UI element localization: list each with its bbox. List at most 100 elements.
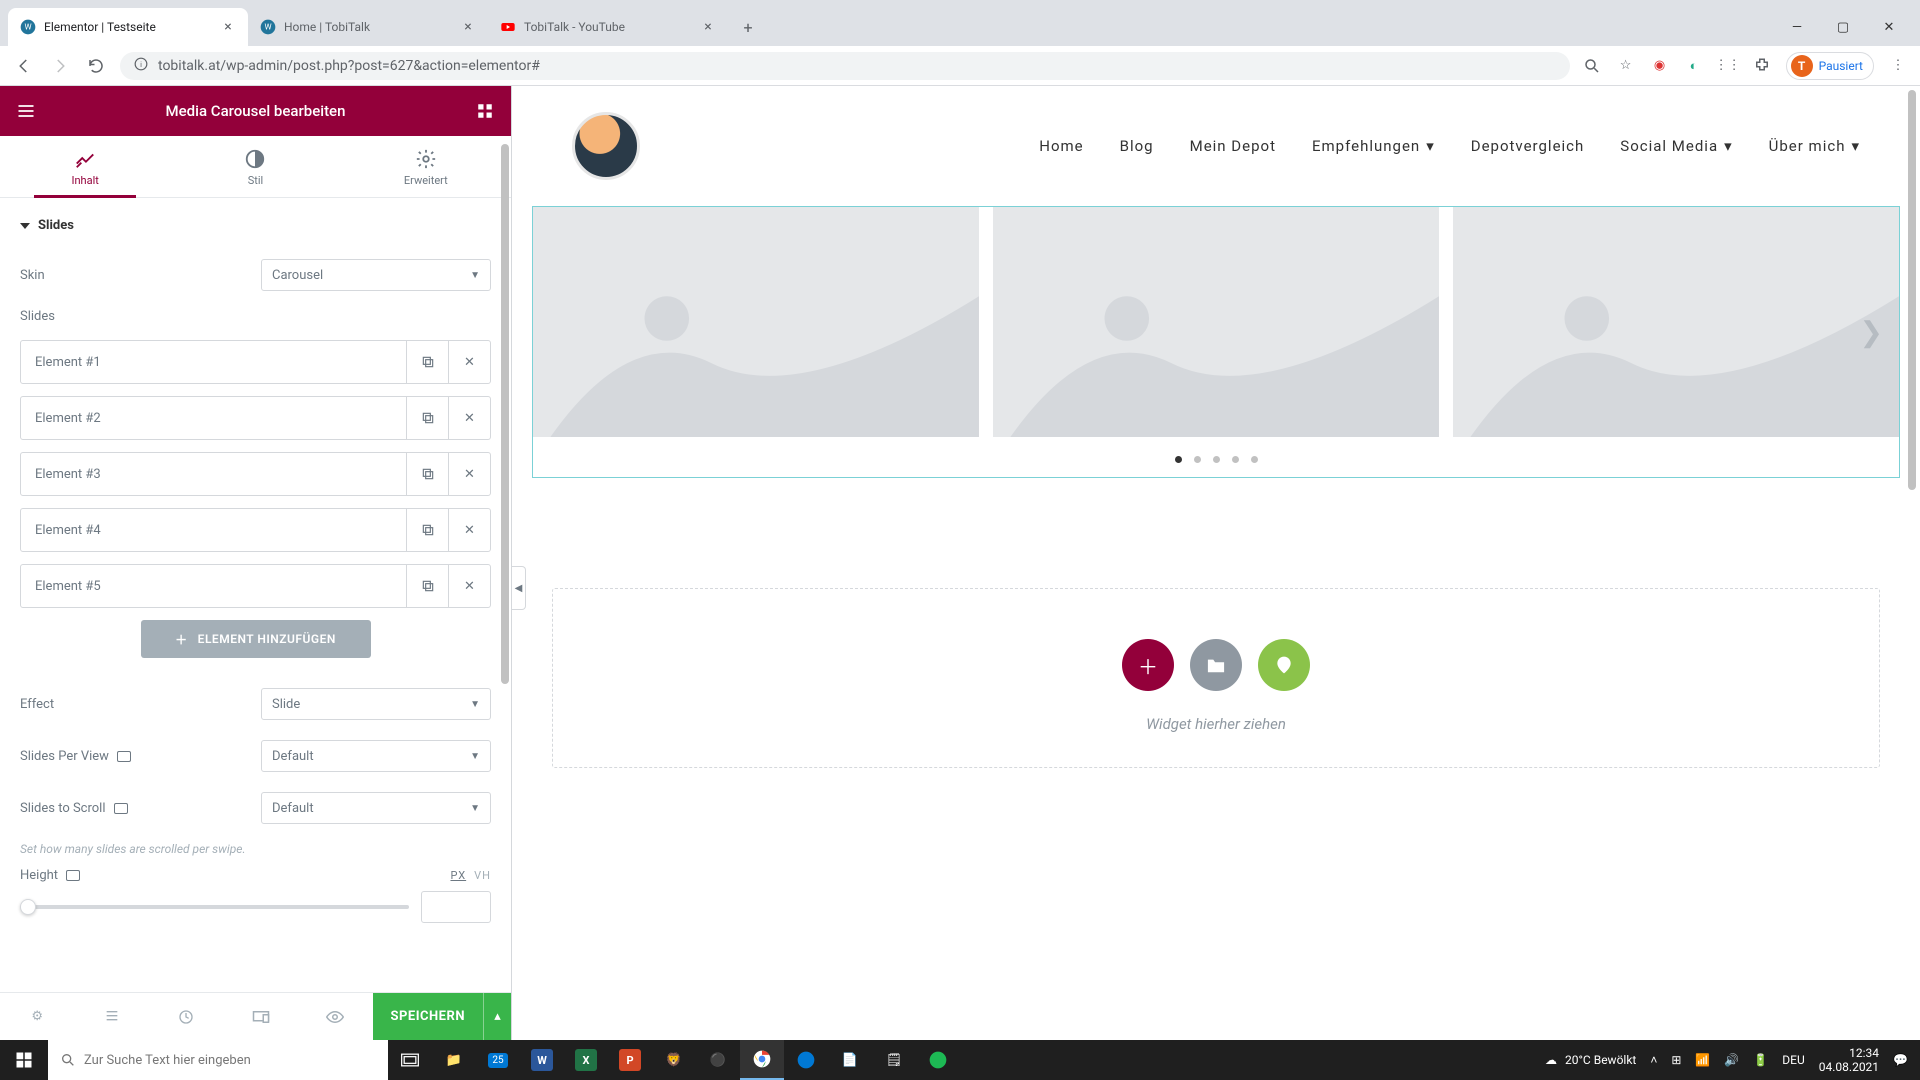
carousel-slide[interactable] xyxy=(993,207,1439,437)
carousel-dot[interactable] xyxy=(1232,456,1239,463)
carousel-dot[interactable] xyxy=(1175,456,1182,463)
minimize-button[interactable]: — xyxy=(1774,11,1820,43)
duplicate-button[interactable] xyxy=(406,565,448,607)
nav-item-depot[interactable]: Mein Depot xyxy=(1190,137,1276,155)
task-view-button[interactable] xyxy=(388,1040,432,1080)
tab-advanced[interactable]: Erweitert xyxy=(341,136,511,197)
extension-icon[interactable]: ◉ xyxy=(1650,56,1670,76)
battery-icon[interactable]: 🔋 xyxy=(1753,1053,1768,1067)
remove-button[interactable]: ✕ xyxy=(448,509,490,551)
scrollbar[interactable] xyxy=(1906,86,1918,1040)
tray-chevron-icon[interactable]: ˄ xyxy=(1650,1053,1657,1067)
taskbar-app[interactable]: X xyxy=(564,1040,608,1080)
add-template-button[interactable] xyxy=(1190,639,1242,691)
menu-icon[interactable]: ⋮ xyxy=(1888,56,1908,76)
taskbar-app-chrome[interactable] xyxy=(740,1040,784,1080)
collapse-panel-button[interactable]: ◀ xyxy=(512,566,526,610)
nav-item-empfehlungen[interactable]: Empfehlungen▾ xyxy=(1312,137,1435,155)
history-button[interactable] xyxy=(149,1009,224,1025)
carousel-dot[interactable] xyxy=(1251,456,1258,463)
add-element-button[interactable]: ＋ ELEMENT HINZUFÜGEN xyxy=(141,620,371,658)
taskbar-app[interactable]: P xyxy=(608,1040,652,1080)
media-carousel-widget[interactable]: ❮ ❯ xyxy=(532,206,1900,478)
settings-button[interactable]: ⚙ xyxy=(0,1009,75,1024)
nav-item-social[interactable]: Social Media▾ xyxy=(1620,137,1732,155)
wifi-icon[interactable]: 📶 xyxy=(1695,1053,1710,1067)
widgets-button[interactable] xyxy=(473,99,497,123)
taskbar-app[interactable]: 📄 xyxy=(828,1040,872,1080)
save-button[interactable]: SPEICHERN xyxy=(373,993,484,1040)
volume-icon[interactable]: 🔊 xyxy=(1724,1053,1739,1067)
taskbar-app[interactable] xyxy=(916,1040,960,1080)
skin-select[interactable]: Carousel ▼ xyxy=(261,259,491,291)
close-window-button[interactable]: ✕ xyxy=(1866,11,1912,43)
duplicate-button[interactable] xyxy=(406,341,448,383)
carousel-next-button[interactable]: ❯ xyxy=(1852,308,1891,357)
duplicate-button[interactable] xyxy=(406,397,448,439)
taskbar-app[interactable]: 25 xyxy=(476,1040,520,1080)
start-button[interactable] xyxy=(0,1040,48,1080)
extension-icon[interactable]: ◐ xyxy=(1684,56,1704,76)
close-icon[interactable]: × xyxy=(700,19,716,35)
slide-item[interactable]: Element #1 ✕ xyxy=(20,340,491,384)
browser-tab[interactable]: W Elementor | Testseite × xyxy=(8,8,248,46)
address-bar[interactable]: i tobitalk.at/wp-admin/post.php?post=627… xyxy=(120,52,1570,80)
profile-button[interactable]: T Pausiert xyxy=(1786,52,1874,80)
nav-item-home[interactable]: Home xyxy=(1039,137,1083,155)
taskbar-app[interactable]: 📁 xyxy=(432,1040,476,1080)
slides-to-scroll-select[interactable]: Default ▼ xyxy=(261,792,491,824)
save-options-button[interactable]: ▴ xyxy=(483,993,511,1040)
slider-thumb[interactable] xyxy=(20,899,36,915)
scrollbar[interactable] xyxy=(499,136,511,992)
carousel-dot[interactable] xyxy=(1194,456,1201,463)
height-input[interactable] xyxy=(421,891,491,923)
responsive-icon[interactable] xyxy=(66,870,80,881)
duplicate-button[interactable] xyxy=(406,453,448,495)
browser-tab[interactable]: W Home | TobiTalk × xyxy=(248,8,488,46)
tab-content[interactable]: Inhalt xyxy=(0,136,170,197)
responsive-icon[interactable] xyxy=(114,803,128,814)
effect-select[interactable]: Slide ▼ xyxy=(261,688,491,720)
remove-button[interactable]: ✕ xyxy=(448,565,490,607)
taskbar-app[interactable]: ⚫ xyxy=(696,1040,740,1080)
slides-per-view-select[interactable]: Default ▼ xyxy=(261,740,491,772)
responsive-icon[interactable] xyxy=(117,751,131,762)
reload-button[interactable] xyxy=(84,54,108,78)
nav-item-blog[interactable]: Blog xyxy=(1120,137,1154,155)
remove-button[interactable]: ✕ xyxy=(448,453,490,495)
search-icon[interactable] xyxy=(1582,56,1602,76)
menu-button[interactable] xyxy=(14,99,38,123)
add-section-button[interactable]: ＋ xyxy=(1122,639,1174,691)
browser-tab[interactable]: TobiTalk - YouTube × xyxy=(488,8,728,46)
taskbar-app[interactable]: 🦁 xyxy=(652,1040,696,1080)
back-button[interactable] xyxy=(12,54,36,78)
clock[interactable]: 12:34 04.08.2021 xyxy=(1819,1046,1879,1075)
close-icon[interactable]: × xyxy=(220,19,236,35)
new-tab-button[interactable]: + xyxy=(734,13,762,41)
site-logo[interactable] xyxy=(572,112,640,180)
slide-item[interactable]: Element #3 ✕ xyxy=(20,452,491,496)
taskbar-app[interactable]: W xyxy=(520,1040,564,1080)
forward-button[interactable] xyxy=(48,54,72,78)
language-indicator[interactable]: DEU xyxy=(1782,1053,1804,1067)
slide-item[interactable]: Element #2 ✕ xyxy=(20,396,491,440)
remove-button[interactable]: ✕ xyxy=(448,341,490,383)
bookmark-icon[interactable]: ☆ xyxy=(1616,56,1636,76)
tab-style[interactable]: Stil xyxy=(170,136,340,197)
tray-icon[interactable]: ⊞ xyxy=(1671,1053,1681,1067)
responsive-mode-button[interactable] xyxy=(224,1010,299,1024)
template-library-button[interactable] xyxy=(1258,639,1310,691)
slide-item[interactable]: Element #4 ✕ xyxy=(20,508,491,552)
drop-zone[interactable]: ＋ Widget hierher ziehen xyxy=(552,588,1880,768)
unit-px[interactable]: PX xyxy=(450,869,466,882)
slide-item[interactable]: Element #5 ✕ xyxy=(20,564,491,608)
section-slides-header[interactable]: Slides xyxy=(20,198,491,249)
height-slider[interactable] xyxy=(20,905,409,909)
nav-item-depotvergleich[interactable]: Depotvergleich xyxy=(1471,137,1585,155)
carousel-dot[interactable] xyxy=(1213,456,1220,463)
duplicate-button[interactable] xyxy=(406,509,448,551)
maximize-button[interactable]: ▢ xyxy=(1820,11,1866,43)
taskbar-search[interactable]: Zur Suche Text hier eingeben xyxy=(48,1040,388,1080)
unit-vh[interactable]: VH xyxy=(474,869,491,882)
taskbar-app[interactable] xyxy=(784,1040,828,1080)
